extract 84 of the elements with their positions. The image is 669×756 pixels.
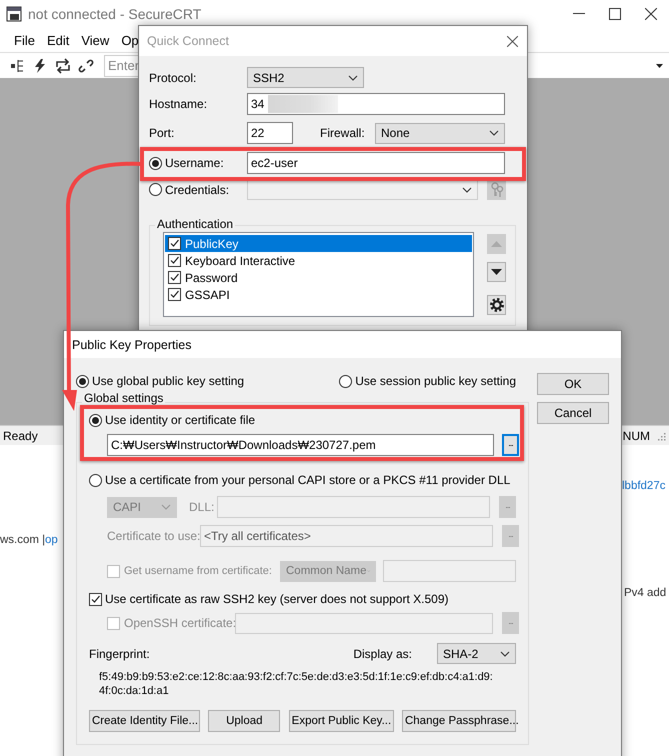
keys-icon: [490, 182, 504, 198]
page-link[interactable]: lbbfd27c: [622, 480, 666, 492]
protocol-dropdown[interactable]: SSH2: [247, 67, 364, 88]
dialog-title: Public Key Properties: [72, 338, 192, 352]
dll-field[interactable]: [217, 496, 490, 518]
fingerprint-text: f5:49:b9:b9:53:e2:ce:12:8c:aa:93:f2:cf:7c:5e:de:d3:e3:5d:1f:1e:c9:ef:db:c4:a1:d9:: [99, 670, 494, 684]
field-label: Display as:: [353, 646, 412, 660]
chevron-icon: [161, 504, 171, 510]
cancel-button[interactable]: Cancel: [537, 402, 609, 424]
checkbox[interactable]: [89, 592, 102, 606]
openssh-certificate-field[interactable]: [235, 612, 493, 634]
option-label: Use certificate as raw SSH2 key (server does not support X.509): [105, 592, 448, 606]
port-field[interactable]: 22: [247, 122, 293, 144]
action-button[interactable]: Export Public Key...: [288, 710, 394, 732]
menu-item[interactable]: View: [75, 32, 116, 48]
chevron-icon: [348, 74, 358, 80]
username-field[interactable]: ec2-user: [247, 152, 505, 174]
display-format-dropdown[interactable]: SHA-2: [437, 643, 516, 664]
close-icon[interactable]: [645, 8, 657, 20]
ok-button[interactable]: OK: [537, 373, 609, 395]
chevron-icon: [489, 130, 499, 136]
tree-icon[interactable]: [10, 58, 26, 74]
fingerprint-text: 4f:0c:da:1d:a1: [99, 684, 170, 698]
repeat-icon[interactable]: [54, 58, 72, 74]
identity-file-field[interactable]: C:₩Users₩Instructor₩Downloads₩230727.pem: [107, 434, 494, 456]
minimize-icon[interactable]: [573, 13, 585, 15]
group-title: Authentication: [155, 218, 236, 231]
option-label: Credentials:: [165, 182, 230, 196]
option-label: Use session public key setting: [355, 374, 516, 388]
radio-button[interactable]: [339, 374, 352, 388]
action-button[interactable]: Upload: [208, 710, 280, 732]
action-button[interactable]: Change Passphrase...: [402, 710, 516, 732]
window-title: not connected - SecureCRT: [28, 6, 202, 22]
menu-item[interactable]: File: [8, 32, 41, 48]
dialog-title: Quick Connect: [147, 34, 230, 48]
app-icon: [6, 6, 22, 22]
close-icon[interactable]: [507, 36, 518, 46]
option-label: Use a certificate from your personal CAPI store or a PKCS #11 provider DLL: [105, 473, 510, 487]
page-text: Pv4 add: [624, 587, 666, 599]
field-label: Hostname:: [149, 97, 208, 111]
option-label: Use identity or certificate file: [105, 413, 256, 427]
radio-button[interactable]: [89, 414, 102, 426]
down-triangle-icon: [491, 269, 502, 275]
option-label: Get username from certificate:: [124, 565, 273, 577]
radio-button[interactable]: [149, 156, 162, 170]
move-down-button[interactable]: [487, 262, 506, 282]
option-label: Username:: [165, 156, 224, 170]
group-title: Global settings: [82, 392, 166, 405]
field-label: Fingerprint:: [89, 646, 151, 660]
checkbox[interactable]: [168, 237, 181, 250]
link-icon[interactable]: [78, 58, 94, 74]
field-label: Protocol:: [149, 70, 198, 84]
up-triangle-icon: [491, 241, 502, 247]
field-label: DLL:: [189, 500, 216, 514]
username-field[interactable]: [383, 560, 516, 582]
checkbox[interactable]: [168, 288, 181, 301]
auth-method-item[interactable]: PublicKey: [165, 235, 472, 252]
field-label: Firewall:: [320, 126, 366, 140]
chevron-icon: [500, 650, 510, 656]
gear-icon: [488, 297, 504, 313]
resize-grip-icon[interactable]: [656, 430, 666, 440]
page-text: ws.com |: [0, 534, 46, 546]
auth-method-item[interactable]: Password: [165, 269, 472, 286]
checkbox[interactable]: [168, 254, 181, 267]
auth-method-item[interactable]: Keyboard Interactive: [165, 252, 472, 269]
status-text: Ready: [3, 428, 38, 442]
browse-button[interactable]: ...: [502, 434, 519, 456]
hostname-field[interactable]: 34: [247, 93, 505, 115]
field-label: Certificate to use:: [107, 529, 200, 543]
field-label: Port:: [149, 126, 176, 140]
lightning-icon[interactable]: [32, 58, 48, 74]
dropdown-arrow-icon[interactable]: [656, 64, 663, 68]
chevron-icon: [462, 186, 472, 192]
option-label: Use global public key setting: [92, 374, 244, 388]
maximize-icon[interactable]: [609, 8, 621, 20]
auth-method-item[interactable]: GSSAPI: [165, 286, 472, 303]
checkbox[interactable]: [168, 271, 181, 284]
option-label: OpenSSH certificate:: [124, 616, 235, 630]
action-button[interactable]: Create Identity File...: [89, 710, 200, 732]
settings-button[interactable]: [487, 295, 506, 315]
page-link[interactable]: op: [45, 534, 58, 546]
menu-item[interactable]: Edit: [40, 32, 76, 48]
radio-button[interactable]: [76, 374, 89, 388]
firewall-dropdown[interactable]: None: [375, 122, 505, 144]
